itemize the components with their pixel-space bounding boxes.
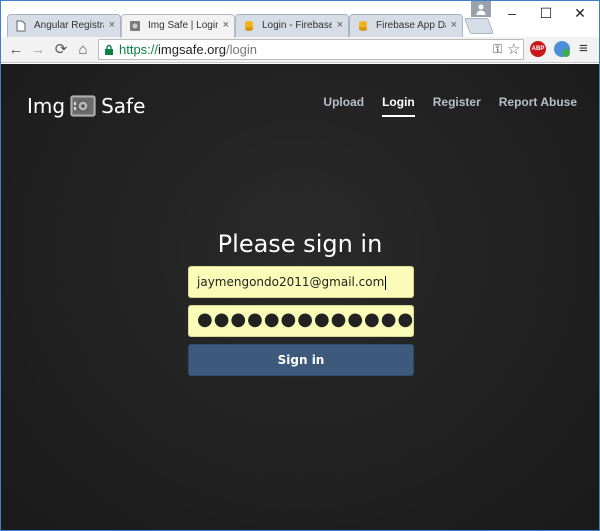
firebase-icon: [245, 21, 253, 31]
tab-label: Img Safe | Login |: [148, 20, 218, 31]
tab-imgsafe-login[interactable]: Img Safe | Login | ×: [121, 14, 235, 38]
address-bar[interactable]: https://imgsafe.org/login ⚿ ☆: [98, 39, 524, 60]
email-value: jaymengondo2011@gmail.com: [197, 275, 385, 289]
person-icon: [476, 4, 486, 15]
adblock-plus-icon[interactable]: ABP: [530, 41, 546, 57]
tab-close-icon[interactable]: ×: [337, 19, 343, 31]
home-icon[interactable]: ⌂: [73, 40, 93, 60]
password-field[interactable]: ●●●●●●●●●●●●●: [188, 305, 414, 337]
nav-upload[interactable]: Upload: [323, 95, 364, 115]
new-tab-button[interactable]: [464, 18, 494, 34]
tab-close-icon[interactable]: ×: [223, 19, 229, 31]
url-text: https://imgsafe.org/login: [119, 42, 257, 57]
tab-label: Login - Firebase: [262, 20, 332, 31]
tab-close-icon[interactable]: ×: [109, 19, 115, 31]
browser-toolbar: ← → ⟳ ⌂ https://imgsafe.org/login ⚿ ☆ AB…: [1, 37, 599, 63]
email-field[interactable]: jaymengondo2011@gmail.com: [188, 266, 414, 298]
browser-window: Angular Registrati × Img Safe | Login | …: [0, 0, 600, 531]
site-navigation: Upload Login Register Report Abuse: [323, 95, 577, 117]
chrome-menu-icon[interactable]: ≡: [579, 40, 588, 57]
firebase-icon: [359, 21, 367, 31]
tab-label: Angular Registrati: [34, 20, 104, 31]
safe-icon: [70, 95, 96, 117]
site-logo[interactable]: Img Safe: [27, 94, 145, 118]
tab-label: Firebase App Da: [376, 20, 446, 31]
brand-text-left: Img: [27, 94, 66, 118]
brand-text-right: Safe: [101, 94, 146, 118]
bookmark-star-icon[interactable]: ☆: [507, 40, 520, 58]
lock-icon: [105, 44, 113, 55]
maximize-button[interactable]: ☐: [529, 1, 563, 25]
close-window-button[interactable]: ✕: [563, 1, 597, 25]
sign-in-button[interactable]: Sign in: [188, 344, 414, 376]
extension-globe-icon[interactable]: [554, 41, 570, 57]
web-page: Img Safe Upload Login Register Report Ab…: [1, 64, 599, 530]
url-host: imgsafe.org: [158, 42, 226, 57]
page-title: Please sign in: [217, 230, 383, 258]
nav-login[interactable]: Login: [382, 95, 415, 117]
url-scheme: https://: [119, 42, 159, 57]
text-caret: [385, 275, 387, 290]
page-icon: [16, 20, 26, 32]
key-icon[interactable]: ⚿: [493, 42, 502, 57]
back-arrow-icon[interactable]: ←: [6, 40, 26, 60]
password-mask: ●●●●●●●●●●●●●: [197, 309, 415, 330]
url-path: /login: [225, 42, 258, 57]
forward-arrow-icon[interactable]: →: [28, 40, 48, 60]
title-bar: Angular Registrati × Img Safe | Login | …: [1, 1, 599, 38]
minimize-button[interactable]: –: [495, 1, 529, 25]
profile-button[interactable]: [471, 1, 491, 17]
safe-icon: [130, 21, 140, 31]
nav-register[interactable]: Register: [433, 95, 481, 115]
tab-firebase-app[interactable]: Firebase App Da ×: [349, 14, 463, 37]
nav-report-abuse[interactable]: Report Abuse: [499, 95, 577, 115]
tab-angular-registration[interactable]: Angular Registrati ×: [7, 14, 121, 37]
tab-close-icon[interactable]: ×: [451, 19, 457, 31]
tab-firebase-login[interactable]: Login - Firebase ×: [235, 14, 349, 37]
reload-icon[interactable]: ⟳: [51, 40, 71, 60]
